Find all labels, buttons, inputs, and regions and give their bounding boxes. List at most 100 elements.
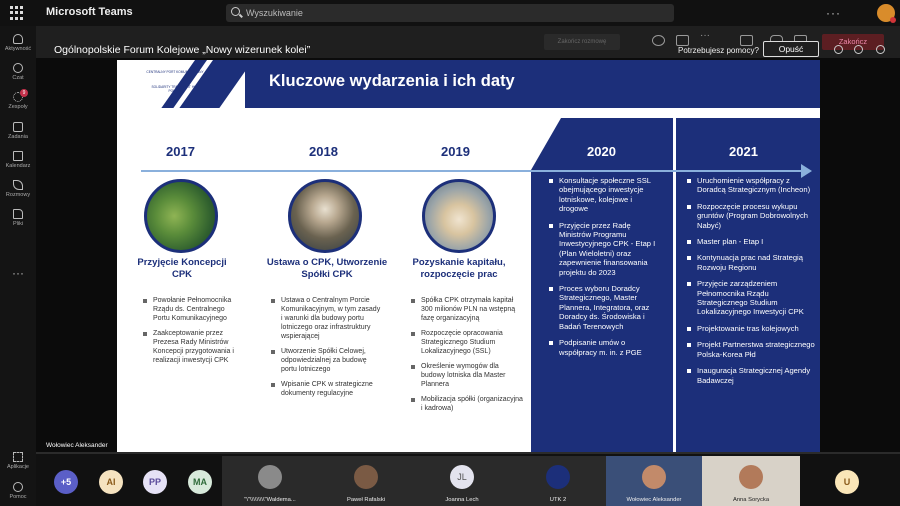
notification-badge: 9 (20, 89, 28, 97)
search-input[interactable]: Wyszukiwanie (226, 4, 674, 22)
rail-item-calls[interactable]: Rozmowy (0, 180, 36, 198)
people-icon[interactable] (652, 35, 665, 46)
participant-initials: JL (450, 465, 474, 489)
list-item: Przyjęcie zarządzeniem Pełnomocnika Rząd… (687, 279, 815, 317)
participant-tile[interactable]: Paweł Rafalski (318, 456, 414, 506)
captions-icon[interactable] (834, 45, 843, 54)
rail-item-help[interactable]: Pomoc (0, 482, 36, 500)
rail-item-calendar[interactable]: Kalendarz (0, 151, 36, 169)
rail-label: Pomoc (9, 494, 27, 500)
list-item: Spółka CPK otrzymała kapitał 300 milionó… (411, 296, 523, 323)
bell-icon (13, 34, 23, 44)
rail-item-activity[interactable]: Aktywność (0, 34, 36, 52)
year-2018: 2018 (309, 144, 338, 159)
slide-title: Kluczowe wydarzenia i ich daty (269, 72, 515, 90)
help-text[interactable]: Potrzebujesz pomocy? (678, 46, 759, 55)
utk-logo (546, 465, 570, 489)
rail-label: Pliki (12, 221, 24, 227)
more-apps-icon[interactable]: ··· (0, 266, 36, 280)
title-bar: Microsoft Teams Wyszukiwanie ··· (0, 0, 900, 26)
participant-avatar[interactable]: PP (143, 470, 167, 494)
chat-icon[interactable] (676, 35, 689, 46)
list-item: Kontynuacja prac nad Strategią Rozwoju R… (687, 253, 815, 272)
help-icon (13, 482, 23, 492)
participant-name: Joanna Lech (445, 497, 479, 503)
participant-photo (739, 465, 763, 489)
rail-label: Aplikacje (6, 464, 29, 470)
list-item: Zaakceptowanie przez Prezesa Rady Minist… (143, 329, 235, 365)
participant-tile[interactable]: Wołowiec Aleksander (606, 456, 702, 506)
list-2021: Uruchomienie współpracy z Doradcą Strate… (687, 176, 815, 392)
year-2017: 2017 (166, 144, 195, 159)
participant-name: "\"\\\\\\\\\"Waldema... (244, 497, 296, 503)
participant-photo (354, 465, 378, 489)
settings-icon[interactable] (854, 45, 863, 54)
list-item: Powołanie Pełnomocnika Rządu ds. Central… (143, 296, 235, 323)
user-avatar[interactable] (877, 4, 896, 23)
camera-icon[interactable] (740, 35, 753, 46)
rail-item-apps[interactable]: Aplikacje (0, 452, 36, 470)
list-item: Wpisanie CPK w strategiczne dokumenty re… (271, 380, 383, 398)
list-2018: Ustawa o Centralnym Porcie Komunikacyjny… (271, 296, 383, 404)
chat-icon (13, 63, 23, 73)
apps-icon (13, 452, 23, 462)
app-name: Microsoft Teams (46, 6, 133, 18)
participant-tile[interactable]: JL Joanna Lech (414, 456, 510, 506)
participant-name: UTK 2 (549, 497, 567, 503)
app-launcher-icon[interactable] (10, 6, 24, 20)
participant-name: Anna Sorycka (732, 497, 770, 503)
participant-avatar[interactable]: U (835, 470, 859, 494)
event-2018: Ustawa o CPK, Utworzenie Spółki CPK (266, 257, 388, 280)
participant-photo (642, 465, 666, 489)
year-2020: 2020 (587, 144, 616, 159)
info-icon[interactable] (876, 45, 885, 54)
shared-screen: CENTRALNY PORT KOMUNIKACYJNY SOLIDARITY … (36, 58, 900, 453)
presenter-name: Wołowiec Aleksander (46, 442, 108, 449)
search-placeholder: Wyszukiwanie (246, 8, 303, 18)
list-2019: Spółka CPK otrzymała kapitał 300 milionó… (411, 296, 523, 419)
list-item: Przyjęcie przez Radę Ministrów Programu … (549, 221, 661, 277)
rail-item-files[interactable]: Pliki (0, 209, 36, 227)
calls-icon (13, 180, 23, 190)
more-actions-icon[interactable]: ··· (700, 30, 713, 41)
list-item: Utworzenie Spółki Celowej, odpowiedzialn… (271, 347, 383, 374)
files-icon (13, 209, 23, 219)
meeting-title: Ogólnopolskie Forum Kolejowe „Nowy wizer… (54, 44, 311, 56)
list-item: Rozpoczęcie opracowania Strategicznego S… (411, 329, 523, 356)
participant-tile[interactable]: Anna Sorycka (702, 456, 800, 506)
more-options-icon[interactable]: ··· (826, 6, 841, 20)
photo-terminal (288, 179, 362, 253)
rail-label: Czat (12, 75, 24, 81)
participant-avatar[interactable]: MA (188, 470, 212, 494)
rail-label: Zadania (8, 134, 28, 140)
event-2019: Pozyskanie kapitału, rozpoczęcie prac (412, 257, 506, 280)
rail-item-tasks[interactable]: Zadania (0, 122, 36, 140)
rail-item-chat[interactable]: Czat (0, 63, 36, 81)
panel-separator (673, 118, 676, 453)
photo-airport (422, 179, 496, 253)
participant-name: Wołowiec Aleksander (626, 497, 682, 503)
list-item: Projekt Partnerstwa strategicznego Polsk… (687, 340, 815, 359)
tasks-icon (13, 122, 23, 132)
list-2020: Konsultacje społeczne SSL obejmującego i… (549, 176, 661, 364)
participant-avatar[interactable]: AI (99, 470, 123, 494)
list-item: Uruchomienie współpracy z Doradcą Strate… (687, 176, 815, 195)
list-item: Określenie wymogów dla budowy lotniska d… (411, 362, 523, 389)
end-call-button[interactable]: Zakończ (822, 34, 884, 50)
list-item: Konsultacje społeczne SSL obejmującego i… (549, 176, 661, 214)
list-2017: Powołanie Pełnomocnika Rządu ds. Central… (143, 296, 235, 371)
list-item: Rozpoczęcie procesu wykupu gruntów (Prog… (687, 202, 815, 230)
person-icon (258, 465, 282, 489)
slide-header: CENTRALNY PORT KOMUNIKACYJNY SOLIDARITY … (117, 60, 820, 108)
search-icon (231, 7, 240, 16)
participant-tile[interactable]: UTK 2 (510, 456, 606, 506)
participant-tile[interactable]: "\"\\\\\\\\\"Waldema... (222, 456, 318, 506)
event-2017: Przyjęcie Koncepcji CPK (137, 257, 227, 280)
rail-label: Zespoły (8, 104, 28, 110)
presentation-slide: CENTRALNY PORT KOMUNIKACYJNY SOLIDARITY … (117, 60, 820, 453)
rail-item-teams[interactable]: 9 Zespoły (0, 89, 36, 110)
leave-button[interactable]: Opuść (763, 41, 819, 57)
list-item: Proces wyboru Doradcy Strategicznego, Ma… (549, 284, 661, 331)
more-participants-button[interactable]: +5 (54, 470, 78, 494)
year-2019: 2019 (441, 144, 470, 159)
